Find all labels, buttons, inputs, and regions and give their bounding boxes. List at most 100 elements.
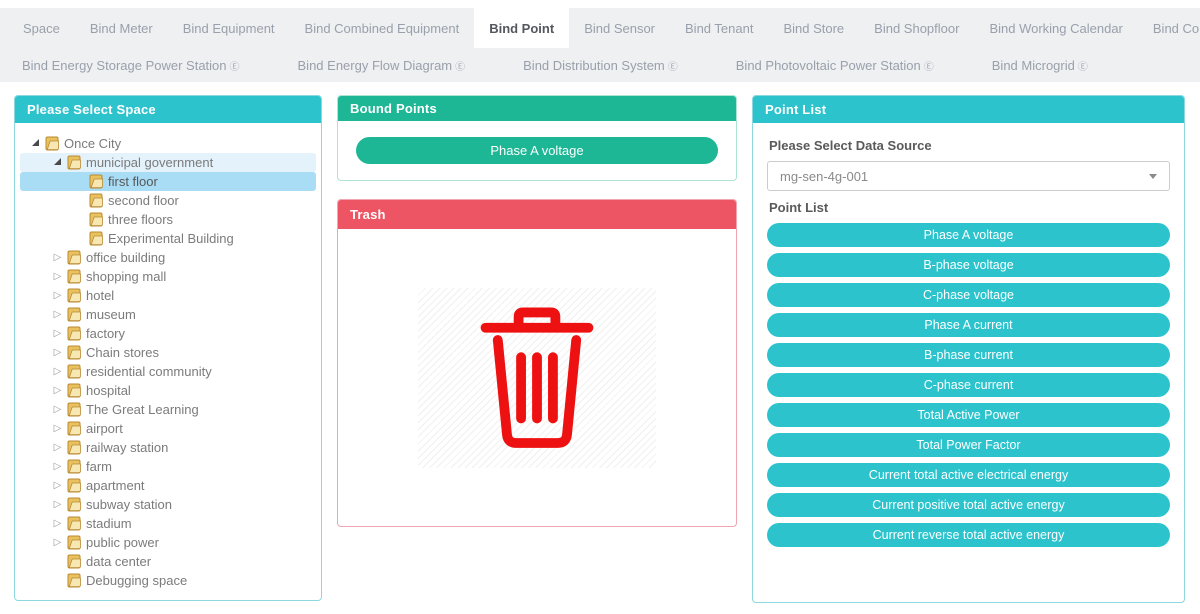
tab-bind-point[interactable]: Bind Point bbox=[474, 8, 569, 48]
point-pill-b-phase-voltage[interactable]: B-phase voltage bbox=[767, 253, 1170, 277]
tree-item-stadium[interactable]: ▷ stadium bbox=[20, 514, 316, 533]
tab-bind-energy-flow-diagram[interactable]: Bind Energy Flow DiagramⒺ bbox=[298, 58, 466, 73]
caret-collapsed-icon[interactable]: ▷ bbox=[49, 500, 66, 510]
tree-item-label: municipal government bbox=[86, 155, 213, 170]
tree-item-office-building[interactable]: ▷office building bbox=[20, 248, 316, 267]
point-pill-b-phase-current[interactable]: B-phase current bbox=[767, 343, 1170, 367]
folder-icon bbox=[67, 288, 81, 303]
caret-collapsed-icon[interactable]: ▷ bbox=[49, 405, 66, 415]
tree-item-the-great-learning[interactable]: ▷The Great Learning bbox=[20, 400, 316, 419]
tree-item-label: stadium bbox=[86, 516, 132, 531]
trash-title: Trash bbox=[338, 200, 736, 229]
point-pill-c-phase-voltage[interactable]: C-phase voltage bbox=[767, 283, 1170, 307]
tree-item-apartment[interactable]: ▷ apartment bbox=[20, 476, 316, 495]
folder-icon bbox=[67, 459, 81, 474]
tree-item-shopping-mall[interactable]: ▷shopping mall bbox=[20, 267, 316, 286]
caret-collapsed-icon[interactable]: ▷ bbox=[49, 329, 66, 339]
tree-item-hospital[interactable]: ▷hospital bbox=[20, 381, 316, 400]
tree-item-label: residential community bbox=[86, 364, 212, 379]
tree-item-public-power[interactable]: ▷ public power bbox=[20, 533, 316, 552]
caret-collapsed-icon[interactable]: ▷ bbox=[49, 348, 66, 358]
tab-bind-sensor[interactable]: Bind Sensor bbox=[569, 8, 670, 48]
caret-collapsed-icon[interactable]: ▷ bbox=[49, 367, 66, 377]
point-pill-current-positive-total-active-energy[interactable]: Current positive total active energy bbox=[767, 493, 1170, 517]
tree-item-debugging-space[interactable]: Debugging space bbox=[20, 571, 316, 590]
data-source-select[interactable]: mg-sen-4g-001 bbox=[767, 161, 1170, 191]
tab-bind-combined-equipment[interactable]: Bind Combined Equipment bbox=[290, 8, 475, 48]
tree-item-municipal-government[interactable]: municipal government bbox=[20, 153, 316, 172]
tab-bind-store[interactable]: Bind Store bbox=[768, 8, 859, 48]
tab-label: Bind Photovoltaic Power Station bbox=[736, 58, 921, 73]
tab-bind-distribution-system[interactable]: Bind Distribution SystemⒺ bbox=[523, 58, 678, 73]
trash-dropzone[interactable] bbox=[338, 229, 736, 526]
tree-item-experimental-building[interactable]: Experimental Building bbox=[20, 229, 316, 248]
point-pill-current-reverse-total-active-energy[interactable]: Current reverse total active energy bbox=[767, 523, 1170, 547]
tab-label: Space bbox=[23, 21, 60, 36]
tab-bind-meter[interactable]: Bind Meter bbox=[75, 8, 168, 48]
caret-collapsed-icon[interactable]: ▷ bbox=[49, 272, 66, 282]
caret-expanded-icon[interactable] bbox=[27, 141, 44, 146]
tab-bind-shopfloor[interactable]: Bind Shopfloor bbox=[859, 8, 974, 48]
space-tree: Once City municipal government first floor… bbox=[15, 123, 321, 590]
folder-icon bbox=[67, 535, 81, 550]
tree-item-data-center[interactable]: data center bbox=[20, 552, 316, 571]
caret-collapsed-icon[interactable]: ▷ bbox=[49, 253, 66, 263]
tree-item-hotel[interactable]: ▷hotel bbox=[20, 286, 316, 305]
nav-row-secondary: Bind Energy Storage Power StationⒺ Bind E… bbox=[0, 48, 1200, 82]
caret-collapsed-icon[interactable]: ▷ bbox=[49, 310, 66, 320]
caret-expanded-icon[interactable] bbox=[49, 160, 66, 165]
tree-item-subway-station[interactable]: ▷subway station bbox=[20, 495, 316, 514]
data-source-selected-value: mg-sen-4g-001 bbox=[780, 169, 868, 184]
caret-collapsed-icon[interactable]: ▷ bbox=[49, 386, 66, 396]
point-pill-current-total-active-electrical-energy[interactable]: Current total active electrical energy bbox=[767, 463, 1170, 487]
tab-label: Bind Energy Flow Diagram bbox=[298, 58, 453, 73]
tab-bind-working-calendar[interactable]: Bind Working Calendar bbox=[974, 8, 1137, 48]
tree-item-chain-stores[interactable]: ▷ Chain stores bbox=[20, 343, 316, 362]
caret-collapsed-icon[interactable]: ▷ bbox=[49, 443, 66, 453]
tab-label: Bind Shopfloor bbox=[874, 21, 959, 36]
folder-icon bbox=[67, 573, 81, 588]
tab-bind-microgrid[interactable]: Bind MicrogridⒺ bbox=[992, 58, 1088, 73]
tree-item-label: apartment bbox=[86, 478, 145, 493]
enterprise-badge-icon: Ⓔ bbox=[455, 62, 465, 73]
tree-item-farm[interactable]: ▷farm bbox=[20, 457, 316, 476]
tree-item-label: public power bbox=[86, 535, 159, 550]
middle-column: Bound Points Phase A voltage Trash bbox=[337, 95, 737, 527]
point-pill-c-phase-current[interactable]: C-phase current bbox=[767, 373, 1170, 397]
folder-icon bbox=[67, 421, 81, 436]
tab-label: Bind Store bbox=[783, 21, 844, 36]
tab-bind-energy-storage-power-station[interactable]: Bind Energy Storage Power StationⒺ bbox=[22, 58, 240, 73]
tree-item-museum[interactable]: ▷museum bbox=[20, 305, 316, 324]
point-pill-total-power-factor[interactable]: Total Power Factor bbox=[767, 433, 1170, 457]
tree-item-railway-station[interactable]: ▷railway station bbox=[20, 438, 316, 457]
tree-item-factory[interactable]: ▷factory bbox=[20, 324, 316, 343]
tab-bind-tenant[interactable]: Bind Tenant bbox=[670, 8, 768, 48]
caret-collapsed-icon[interactable]: ▷ bbox=[49, 538, 66, 548]
nav-row-primary: Space Bind MeterBind Equipment Bind Combin… bbox=[0, 8, 1200, 48]
tab-bind-equipment[interactable]: Bind Equipment bbox=[168, 8, 290, 48]
folder-icon bbox=[67, 383, 81, 398]
tab-space[interactable]: Space bbox=[8, 8, 75, 48]
tab-bind-command[interactable]: Bind CommandⒺ bbox=[1138, 8, 1200, 48]
tree-item-three-floors[interactable]: three floors bbox=[20, 210, 316, 229]
caret-collapsed-icon[interactable]: ▷ bbox=[49, 481, 66, 491]
caret-collapsed-icon[interactable]: ▷ bbox=[49, 424, 66, 434]
tree-item-airport[interactable]: ▷airport bbox=[20, 419, 316, 438]
caret-collapsed-icon[interactable]: ▷ bbox=[49, 291, 66, 301]
tab-bind-photovoltaic-power-station[interactable]: Bind Photovoltaic Power StationⒺ bbox=[736, 58, 934, 73]
caret-collapsed-icon[interactable]: ▷ bbox=[49, 519, 66, 529]
caret-collapsed-icon[interactable]: ▷ bbox=[49, 462, 66, 472]
tree-item-label: first floor bbox=[108, 174, 158, 189]
tree-item-second-floor[interactable]: second floor bbox=[20, 191, 316, 210]
bound-point-pill-phase-a-voltage[interactable]: Phase A voltage bbox=[356, 137, 718, 164]
tree-item-label: Chain stores bbox=[86, 345, 159, 360]
point-pill-phase-a-current[interactable]: Phase A current bbox=[767, 313, 1170, 337]
tab-label: Bind Combined Equipment bbox=[305, 21, 460, 36]
point-pill-phase-a-voltage[interactable]: Phase A voltage bbox=[767, 223, 1170, 247]
tree-item-once-city[interactable]: Once City bbox=[20, 134, 316, 153]
bound-points-panel: Bound Points Phase A voltage bbox=[337, 95, 737, 181]
tree-item-residential-community[interactable]: ▷ residential community bbox=[20, 362, 316, 381]
tree-item-first-floor[interactable]: first floor bbox=[20, 172, 316, 191]
tab-label: Bind Working Calendar bbox=[989, 21, 1122, 36]
point-pill-total-active-power[interactable]: Total Active Power bbox=[767, 403, 1170, 427]
